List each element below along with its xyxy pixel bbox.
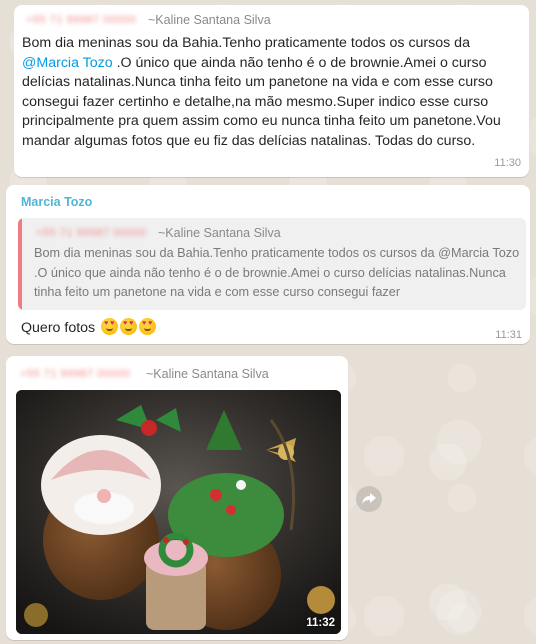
sender-name[interactable]: ~Kaline Santana Silva [148,13,271,27]
message-bubble[interactable]: +55 71 99987 00000 ~Kaline Santana Silva [6,356,348,640]
message-time: 11:30 [494,157,521,169]
heart-eyes-emoji [101,318,119,335]
panetone-image [16,390,341,634]
sender-name[interactable]: ~Kaline Santana Silva [146,367,269,381]
message-time: 11:31 [495,329,522,341]
panetone-photo[interactable]: 11:32 [16,390,341,634]
forward-icon[interactable] [356,486,382,512]
heart-eyes-emoji [139,318,157,335]
quote-bar [18,218,22,310]
message-time: 11:32 [306,617,335,629]
sender-phone: +55 71 99987 00000 [20,368,131,380]
message-text: Quero fotos [21,318,157,336]
author-name[interactable]: Marcia Tozo [21,195,92,209]
quoted-sender-phone: +55 71 99987 00000 [36,227,147,239]
quoted-text: Bom dia meninas sou da Bahia.Tenho prati… [34,246,520,299]
message-text: Bom dia meninas sou da Bahia.Tenho prati… [22,35,501,149]
message-bubble[interactable]: +55 71 99987 00000 ~Kaline Santana Silva… [14,5,529,177]
message-bubble[interactable]: Marcia Tozo +55 71 99987 00000 ~Kaline S… [6,185,530,344]
quoted-sender-name: ~Kaline Santana Silva [158,226,281,240]
forward-arrow-icon [362,493,376,504]
mention-link[interactable]: @Marcia Tozo [22,55,113,71]
sender-phone: +55 71 99987 00000 [26,14,137,26]
quoted-message[interactable]: +55 71 99987 00000 ~Kaline Santana Silva… [18,218,526,310]
heart-eyes-emoji [120,318,138,335]
